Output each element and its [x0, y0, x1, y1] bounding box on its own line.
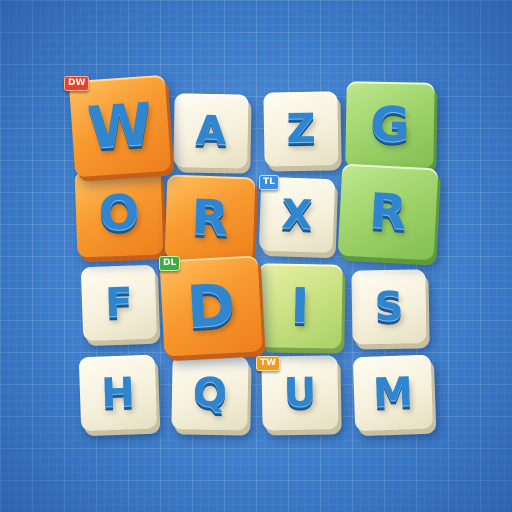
tile-r1c2[interactable]: A	[173, 93, 249, 169]
tile-letter: I	[290, 277, 310, 335]
tile-letter: D	[185, 270, 237, 342]
tile-r2c1[interactable]: O	[74, 168, 164, 258]
triple-letter-badge: TL	[259, 175, 279, 190]
triple-word-badge: TW	[256, 356, 281, 371]
tile-letter: Z	[286, 105, 316, 153]
tile-r3c4[interactable]: S	[351, 269, 427, 345]
tile-letter: X	[280, 191, 314, 239]
tile-letter: A	[195, 107, 227, 155]
tile-letter: W	[85, 89, 155, 163]
double-word-badge: DW	[64, 76, 90, 91]
tile-letter: U	[283, 369, 317, 417]
tile-r1c4[interactable]: G	[345, 81, 435, 169]
tile-letter: R	[190, 189, 230, 247]
tile-letter: Q	[192, 369, 228, 417]
tile-letter: M	[372, 369, 414, 417]
tile-letter: S	[374, 283, 404, 331]
tile-r3c1[interactable]: F	[80, 264, 158, 342]
tile-letter: H	[100, 369, 136, 417]
tile-r3c3[interactable]: I	[257, 263, 343, 349]
tile-r2c4[interactable]: R	[337, 163, 439, 261]
tile-r4c1[interactable]: H	[78, 354, 158, 432]
tile-r1c3[interactable]: Z	[263, 91, 339, 167]
tile-letter: G	[369, 96, 411, 154]
tile-letter: R	[368, 183, 408, 241]
tile-letter: O	[97, 184, 141, 242]
tile-r4c2[interactable]: Q	[171, 355, 249, 431]
game-board: W A Z G O R X R F D I S H Q U M DW TL DL…	[0, 0, 512, 512]
tile-r2c2[interactable]: R	[164, 174, 256, 262]
tile-r4c4[interactable]: M	[352, 354, 434, 432]
tile-letter: F	[104, 279, 134, 327]
double-letter-badge: DL	[159, 256, 181, 271]
